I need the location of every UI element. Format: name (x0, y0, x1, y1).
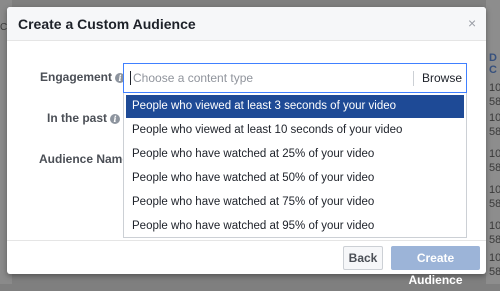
content-type-input[interactable]: Choose a content type Browse (123, 63, 467, 93)
browse-divider (413, 71, 414, 86)
background-right-item: 58 (489, 234, 500, 246)
dropdown-option-10-seconds[interactable]: People who viewed at least 10 seconds of… (126, 119, 464, 142)
dropdown-option-25-percent[interactable]: People who have watched at 25% of your v… (126, 143, 464, 166)
background-right-item: D (489, 52, 497, 64)
background-right-item: 58 (489, 96, 500, 108)
background-right-item: 10 (489, 148, 500, 160)
dropdown-option-75-percent[interactable]: People who have watched at 75% of your v… (126, 191, 464, 214)
engagement-label: Engagement i (40, 70, 126, 84)
background-right-item: 58 (489, 198, 500, 210)
audience-name-label: Audience Name (39, 152, 130, 166)
dialog-header: Create a Custom Audience × (7, 7, 486, 41)
background-right-item: 58 (489, 266, 500, 278)
footer-divider (7, 240, 486, 241)
content-type-placeholder: Choose a content type (133, 71, 254, 85)
engagement-label-text: Engagement (40, 70, 113, 84)
background-right-item: 10 (489, 184, 500, 196)
back-button[interactable]: Back (343, 246, 383, 270)
info-icon[interactable]: i (110, 114, 121, 124)
content-type-dropdown: People who viewed at least 3 seconds of … (123, 93, 467, 238)
background-right-item: 58 (489, 162, 500, 174)
background-right-item: 58 (489, 126, 500, 138)
background-right-item: 10 (489, 112, 500, 124)
background-right-item: 10 (489, 82, 500, 94)
text-caret (130, 71, 131, 85)
browse-button[interactable]: Browse (422, 71, 462, 85)
background-right-item: 10 (489, 220, 500, 232)
background-right-item: C (489, 64, 497, 76)
in-the-past-label-text: In the past (47, 111, 108, 125)
in-the-past-label: In the past i (47, 111, 121, 125)
dropdown-option-50-percent[interactable]: People who have watched at 50% of your v… (126, 167, 464, 190)
close-icon[interactable]: × (468, 16, 476, 30)
dialog-title: Create a Custom Audience (18, 16, 196, 32)
dropdown-option-95-percent[interactable]: People who have watched at 95% of your v… (126, 215, 464, 238)
background-right-item: 10 (489, 252, 500, 264)
custom-audience-dialog: Create a Custom Audience × Engagement i I… (7, 7, 486, 287)
create-audience-button[interactable]: Create Audience (391, 246, 480, 287)
dropdown-option-3-seconds[interactable]: People who viewed at least 3 seconds of … (126, 95, 464, 118)
